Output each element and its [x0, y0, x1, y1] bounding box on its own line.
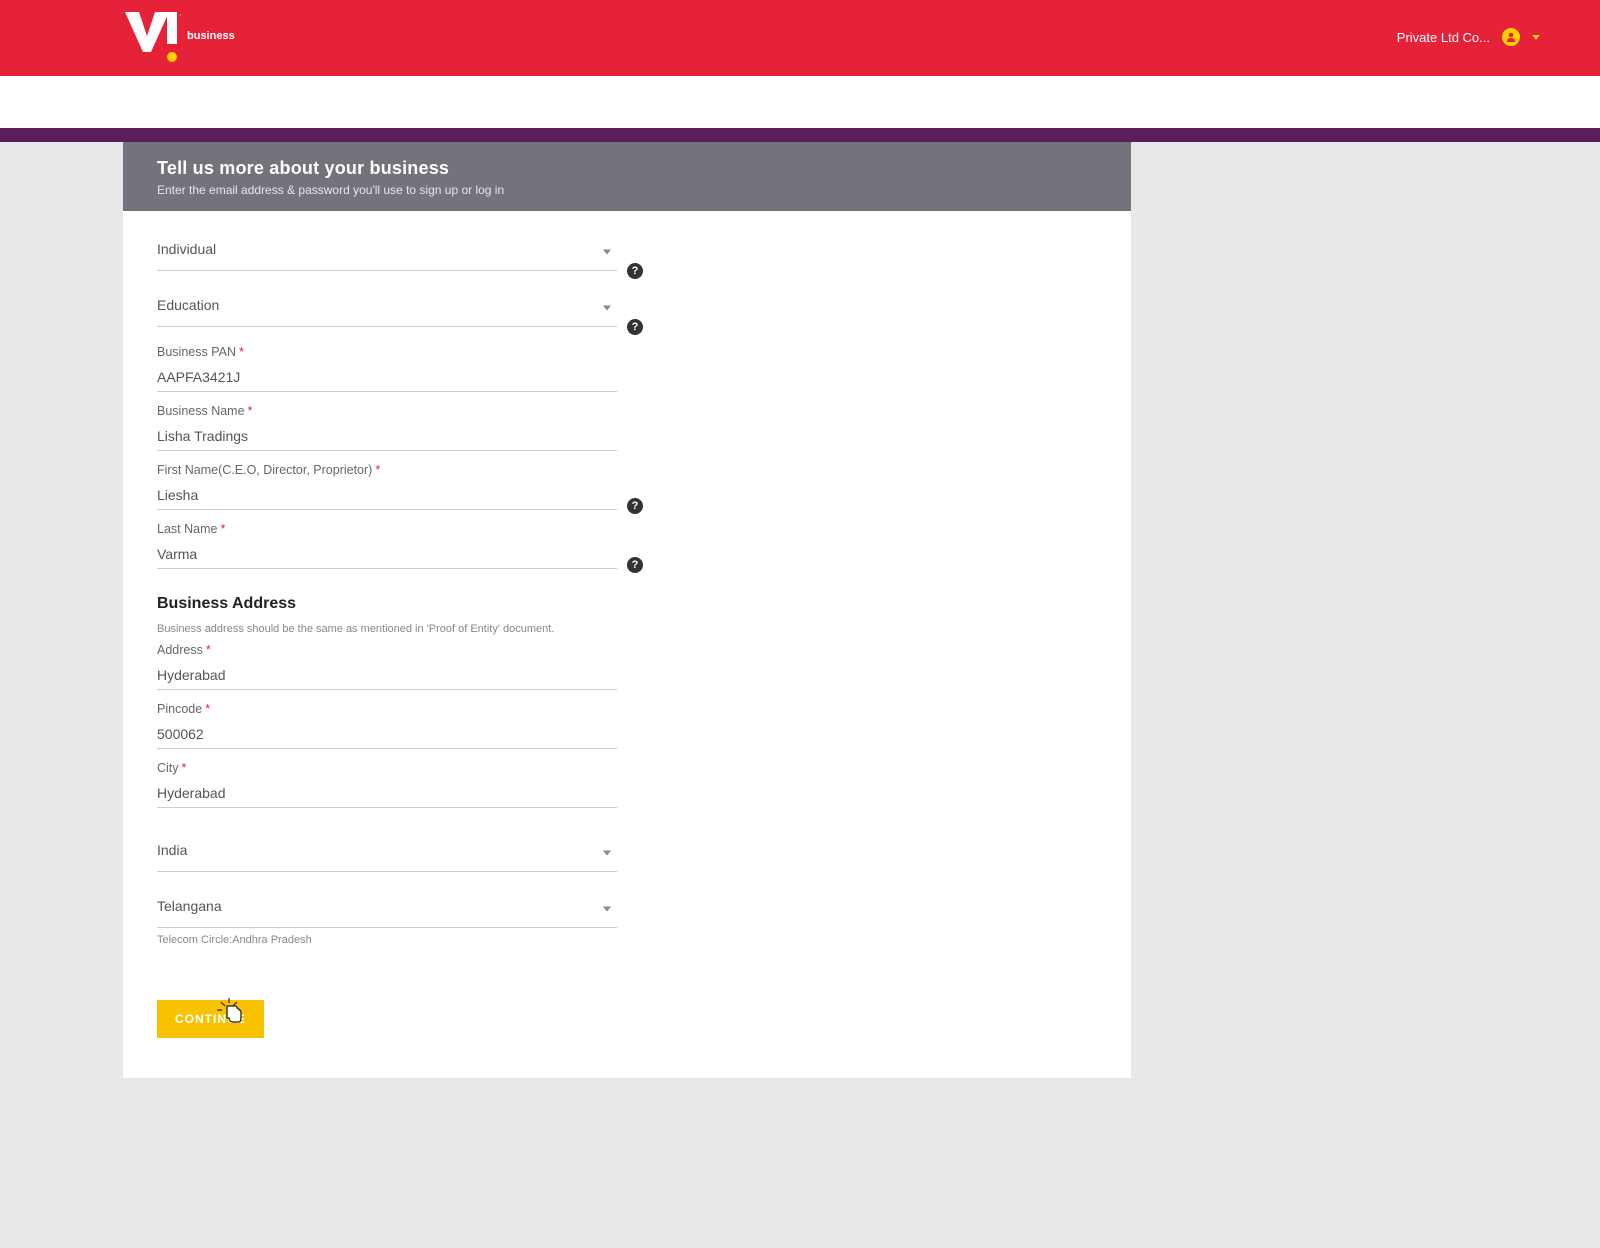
- user-icon: [1502, 28, 1520, 46]
- business-address-note: Business address should be the same as m…: [157, 623, 1097, 635]
- last-name-input[interactable]: [157, 540, 617, 569]
- first-name-input[interactable]: [157, 481, 617, 510]
- accent-strip: [0, 128, 1600, 142]
- country-select[interactable]: India: [157, 834, 617, 872]
- business-pan-row: Business PAN*: [157, 345, 1097, 392]
- brand-bar: ™ business Private Ltd Co...: [0, 0, 1600, 76]
- entity-type-row: Individual ?: [157, 233, 1097, 271]
- help-icon[interactable]: ?: [627, 557, 643, 573]
- page-subtitle: Enter the email address & password you'l…: [157, 183, 1097, 197]
- category-select[interactable]: Education: [157, 289, 617, 327]
- help-icon[interactable]: ?: [627, 498, 643, 514]
- state-select[interactable]: Telangana: [157, 890, 617, 928]
- nav-strip: [0, 76, 1600, 128]
- address-input[interactable]: [157, 661, 617, 690]
- cursor-pointer-icon: [217, 998, 245, 1028]
- chevron-down-icon: [1532, 35, 1540, 40]
- business-name-input[interactable]: [157, 422, 617, 451]
- pincode-input[interactable]: [157, 720, 617, 749]
- pincode-row: Pincode*: [157, 702, 1097, 749]
- form-card: Tell us more about your business Enter t…: [123, 142, 1131, 1078]
- page-title: Tell us more about your business: [157, 158, 1097, 179]
- business-pan-label: Business PAN*: [157, 345, 1097, 359]
- telecom-circle-text: Telecom Circle:Andhra Pradesh: [157, 934, 1097, 946]
- business-pan-input[interactable]: [157, 363, 617, 392]
- brand-logo: ™ business: [125, 12, 235, 62]
- address-label: Address*: [157, 643, 1097, 657]
- category-row: Education ?: [157, 289, 1097, 327]
- business-address-heading: Business Address: [157, 595, 1097, 613]
- last-name-row: Last Name* ?: [157, 522, 1097, 569]
- form-header: Tell us more about your business Enter t…: [123, 142, 1131, 211]
- state-row: Telangana Telecom Circle:Andhra Pradesh: [157, 890, 1097, 946]
- pincode-label: Pincode*: [157, 702, 1097, 716]
- brand-sub-text: business: [187, 30, 235, 42]
- address-row: Address*: [157, 643, 1097, 690]
- svg-text:™: ™: [179, 14, 181, 20]
- account-menu[interactable]: Private Ltd Co...: [1397, 28, 1540, 46]
- last-name-label: Last Name*: [157, 522, 1097, 536]
- first-name-row: First Name(C.E.O, Director, Proprietor)*…: [157, 463, 1097, 510]
- business-name-label: Business Name*: [157, 404, 1097, 418]
- form-body: Individual ? Education ? Business PAN* B…: [123, 211, 1131, 1038]
- continue-button[interactable]: CONTINUE: [157, 1000, 264, 1038]
- help-icon[interactable]: ?: [627, 319, 643, 335]
- account-label: Private Ltd Co...: [1397, 30, 1490, 45]
- city-label: City*: [157, 761, 1097, 775]
- country-row: India: [157, 834, 1097, 872]
- city-input[interactable]: [157, 779, 617, 808]
- help-icon[interactable]: ?: [627, 263, 643, 279]
- city-row: City*: [157, 761, 1097, 808]
- entity-type-select[interactable]: Individual: [157, 233, 617, 271]
- first-name-label: First Name(C.E.O, Director, Proprietor)*: [157, 463, 1097, 477]
- business-name-row: Business Name*: [157, 404, 1097, 451]
